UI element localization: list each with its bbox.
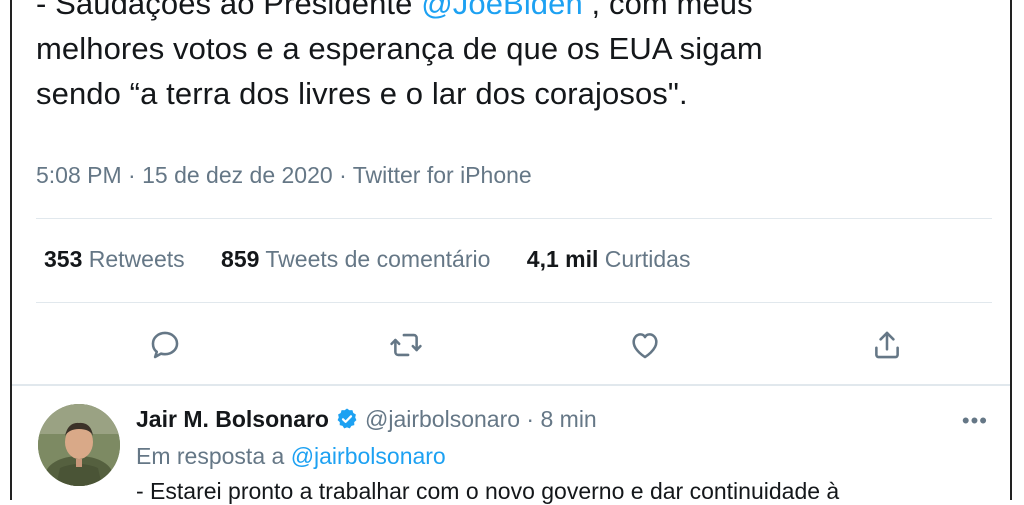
action-bar <box>36 322 992 372</box>
reply-header: Jair M. Bolsonaro @jairbolsonaro · 8 min <box>136 406 597 437</box>
tweet-frame: - Saudações ao Presidente @JoeBiden , co… <box>10 0 1012 504</box>
avatar[interactable] <box>38 404 120 486</box>
tweet-text-line-3: sendo “a terra dos livres e o lar dos co… <box>36 76 688 111</box>
reply-button[interactable] <box>140 322 190 372</box>
verified-badge-icon <box>335 407 359 437</box>
like-icon <box>628 328 662 367</box>
tweet-stats: 353 Retweets 859 Tweets de comentário 4,… <box>44 246 720 273</box>
divider <box>36 218 992 219</box>
likes-stat[interactable]: 4,1 mil Curtidas <box>527 246 691 272</box>
tweet-text: - Saudações ao Presidente @JoeBiden , co… <box>36 0 992 116</box>
reply-context: Em resposta a @jairbolsonaro <box>136 443 446 469</box>
reply-icon <box>148 328 182 367</box>
mention-link[interactable]: @JoeBiden <box>421 0 583 21</box>
author-name[interactable]: Jair M. Bolsonaro <box>136 406 329 432</box>
share-button[interactable] <box>862 322 912 372</box>
divider <box>12 384 1010 386</box>
tweet-source[interactable]: Twitter for iPhone <box>353 162 532 188</box>
tweet-text-line-1: - Saudações ao Presidente @JoeBiden , co… <box>36 0 992 26</box>
retweets-stat[interactable]: 353 Retweets <box>44 246 185 272</box>
tweet-meta: 5:08 PM · 15 de dez de 2020 · Twitter fo… <box>36 162 532 188</box>
main-tweet: - Saudações ao Presidente @JoeBiden , co… <box>36 0 992 358</box>
author-handle[interactable]: @jairbolsonaro <box>365 406 520 432</box>
reply-to-mention[interactable]: @jairbolsonaro <box>291 443 446 469</box>
tweet-time[interactable]: 5:08 PM <box>36 162 122 188</box>
quotes-stat[interactable]: 859 Tweets de comentário <box>221 246 490 272</box>
divider <box>36 302 992 303</box>
retweet-button[interactable] <box>381 322 431 372</box>
retweet-icon <box>389 328 423 367</box>
share-icon <box>870 328 904 367</box>
reply-text: - Estarei pronto a trabalhar com o novo … <box>136 478 840 504</box>
like-button[interactable] <box>620 322 670 372</box>
reply-time[interactable]: 8 min <box>540 406 596 432</box>
more-options-icon[interactable]: ••• <box>962 408 988 434</box>
tweet-text-line-2: melhores votos e a esperança de que os E… <box>36 31 763 66</box>
tweet-date[interactable]: 15 de dez de 2020 <box>142 162 333 188</box>
